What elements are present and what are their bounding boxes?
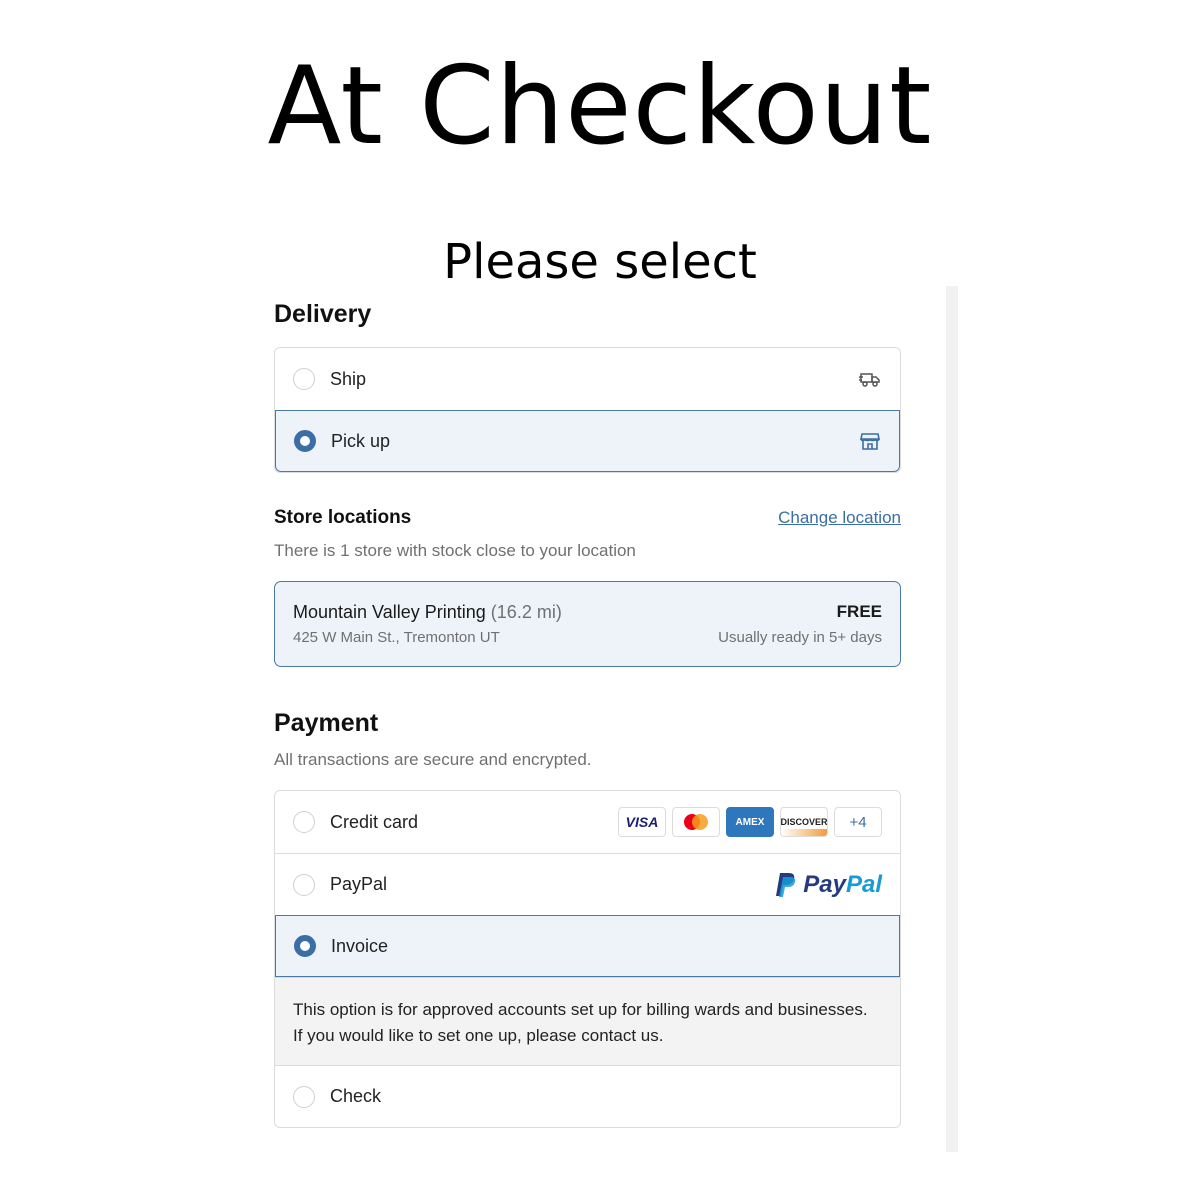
payment-option-check[interactable]: Check (275, 1065, 900, 1127)
payment-option-label: Invoice (331, 935, 389, 956)
radio-invoice[interactable] (294, 935, 316, 957)
payment-option-paypal[interactable]: PayPal PayPal (275, 853, 900, 915)
page-headline: At Checkout (267, 44, 933, 169)
visa-icon: VISA (618, 807, 666, 837)
payment-option-label: Check (330, 1086, 382, 1106)
store-distance: (16.2 mi) (490, 602, 562, 622)
store-icon (859, 430, 881, 452)
store-locations-title: Store locations (274, 507, 412, 528)
pickup-price: FREE (836, 602, 882, 621)
change-location-link[interactable]: Change location (778, 508, 901, 528)
payment-option-credit-card[interactable]: Credit card VISA AMEX DISCOVER +4 (275, 791, 900, 853)
invoice-info-line: This option is for approved accounts set… (293, 1000, 868, 1019)
more-cards-badge: +4 (834, 807, 882, 837)
radio-credit-card[interactable] (293, 811, 315, 833)
store-locations-subtitle: There is 1 store with stock close to you… (274, 541, 636, 560)
page-subheadline: Please select (443, 234, 757, 290)
amex-icon: AMEX (726, 807, 774, 837)
store-name-line: Mountain Valley Printing (16.2 mi) (293, 602, 562, 623)
delivery-option-label: Ship (330, 368, 367, 389)
mastercard-icon (672, 807, 720, 837)
radio-pickup[interactable] (294, 430, 316, 452)
payment-title: Payment (274, 709, 379, 737)
radio-check[interactable] (293, 1085, 315, 1108)
discover-icon: DISCOVER (780, 807, 828, 837)
store-address: 425 W Main St., Tremonton UT (293, 629, 500, 646)
invoice-info: This option is for approved accounts set… (275, 977, 900, 1065)
store-card[interactable]: Mountain Valley Printing (16.2 mi) 425 W… (274, 581, 901, 667)
delivery-option-label: Pick up (331, 430, 391, 451)
delivery-option-ship[interactable]: Ship (275, 348, 900, 410)
payment-subtitle: All transactions are secure and encrypte… (274, 750, 592, 769)
sidebar-divider (946, 286, 958, 1152)
checkout-panel: Delivery Ship Pick up Store locations Ch… (274, 300, 901, 1128)
delivery-option-pickup[interactable]: Pick up (275, 410, 900, 472)
radio-ship[interactable] (293, 368, 315, 390)
paypal-logo-pay: Pay (803, 870, 846, 898)
payment-option-label: PayPal (330, 874, 388, 894)
delivery-options: Ship Pick up (274, 347, 901, 473)
payment-option-label: Credit card (330, 811, 419, 832)
paypal-logo-pal: Pal (845, 870, 882, 898)
pickup-ready-time: Usually ready in 5+ days (718, 629, 882, 646)
delivery-title: Delivery (274, 300, 372, 328)
payment-options: Credit card VISA AMEX DISCOVER +4 PayPal… (274, 790, 901, 1128)
payment-option-invoice[interactable]: Invoice (275, 915, 900, 977)
invoice-info-line: If you would like to set one up, please … (293, 1026, 664, 1045)
radio-paypal[interactable] (293, 873, 315, 896)
truck-icon (858, 369, 882, 389)
paypal-logo-icon: PayPal (775, 871, 882, 899)
card-brands: VISA AMEX DISCOVER +4 (618, 807, 882, 837)
store-locations-header: Store locations Change location (274, 507, 901, 529)
store-name: Mountain Valley Printing (293, 602, 486, 622)
